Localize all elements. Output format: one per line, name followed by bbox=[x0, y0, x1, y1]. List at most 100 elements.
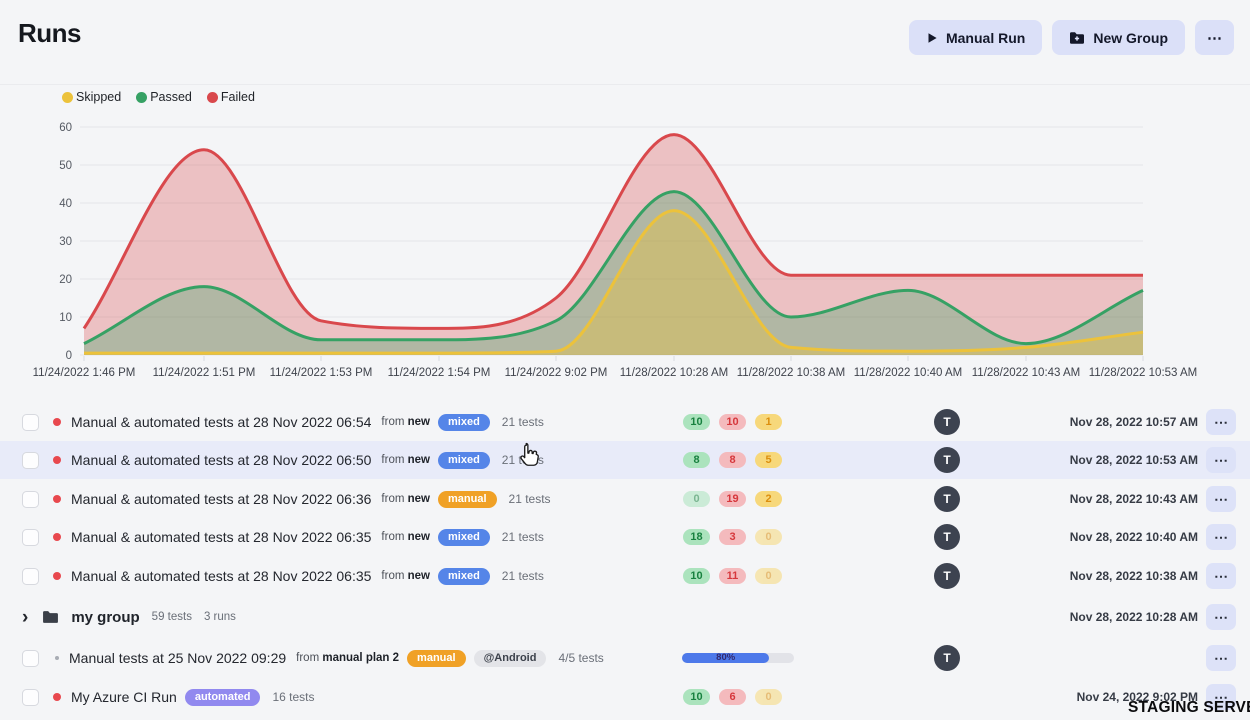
skipped-count-pill: 0 bbox=[755, 529, 782, 545]
row-checkbox[interactable] bbox=[22, 452, 39, 469]
user-avatar: T bbox=[934, 486, 960, 512]
row-checkbox[interactable] bbox=[22, 414, 39, 431]
run-date: Nov 28, 2022 10:38 AM bbox=[1070, 569, 1198, 583]
row-more-button[interactable]: ⋯ bbox=[1206, 645, 1236, 671]
skipped-count-pill: 2 bbox=[755, 491, 782, 507]
legend-label: Failed bbox=[221, 90, 255, 104]
play-icon bbox=[926, 32, 938, 44]
group-runs-count: 3 runs bbox=[204, 611, 236, 623]
row-checkbox[interactable] bbox=[22, 689, 39, 706]
progress-bar-fill: 80% bbox=[682, 653, 769, 663]
x-axis-tick-label: 11/24/2022 1:54 PM bbox=[388, 367, 491, 379]
y-axis-tick-label: 50 bbox=[59, 160, 72, 172]
chevron-right-icon[interactable]: › bbox=[22, 608, 28, 627]
result-counts: 1060 bbox=[683, 689, 782, 705]
row-more-button[interactable]: ⋯ bbox=[1206, 447, 1236, 473]
manual-run-button-label: Manual Run bbox=[946, 30, 1025, 46]
result-counts: 885 bbox=[683, 452, 782, 468]
badge-android: @Android bbox=[474, 650, 547, 667]
run-title: Manual & automated tests at 28 Nov 2022 … bbox=[71, 452, 371, 468]
failed-count-pill: 8 bbox=[719, 452, 746, 468]
row-more-button[interactable]: ⋯ bbox=[1206, 486, 1236, 512]
y-axis-tick-label: 30 bbox=[59, 236, 72, 248]
run-from-source: from new bbox=[381, 531, 430, 543]
passed-count-pill: 8 bbox=[683, 452, 710, 468]
legend-item-failed: Failed bbox=[207, 90, 255, 104]
row-more-button[interactable]: ⋯ bbox=[1206, 604, 1236, 630]
legend-dot-passed-icon bbox=[136, 92, 147, 103]
run-row[interactable]: My Azure CI Runautomated16 tests1060Nov … bbox=[0, 678, 1250, 716]
run-from-source: from new bbox=[381, 570, 430, 582]
run-row[interactable]: Manual & automated tests at 28 Nov 2022 … bbox=[0, 518, 1250, 556]
row-checkbox[interactable] bbox=[22, 529, 39, 546]
row-more-button[interactable]: ⋯ bbox=[1206, 409, 1236, 435]
group-row[interactable]: ›my group59 tests3 runsNov 28, 2022 10:2… bbox=[0, 598, 1250, 636]
x-axis-tick-label: 11/24/2022 1:46 PM bbox=[33, 367, 136, 379]
legend-item-skipped: Skipped bbox=[62, 90, 121, 104]
passed-count-pill: 0 bbox=[683, 491, 710, 507]
more-actions-button[interactable]: ⋯ bbox=[1195, 20, 1234, 55]
run-title: Manual & automated tests at 28 Nov 2022 … bbox=[71, 414, 371, 430]
group-tests-count: 59 tests bbox=[152, 611, 192, 623]
run-title: Manual tests at 25 Nov 2022 09:29 bbox=[69, 650, 286, 666]
row-checkbox[interactable] bbox=[22, 568, 39, 585]
run-date: Nov 28, 2022 10:40 AM bbox=[1070, 530, 1198, 544]
group-name: my group bbox=[71, 609, 139, 626]
user-avatar: T bbox=[934, 524, 960, 550]
row-more-button[interactable]: ⋯ bbox=[1206, 524, 1236, 550]
status-dot-red bbox=[53, 693, 61, 701]
folder-plus-icon bbox=[1069, 31, 1085, 45]
row-checkbox[interactable] bbox=[22, 650, 39, 667]
passed-count-pill: 10 bbox=[683, 414, 710, 430]
skipped-count-pill: 5 bbox=[755, 452, 782, 468]
user-avatar: T bbox=[934, 447, 960, 473]
tests-count-label: 21 tests bbox=[502, 453, 544, 467]
status-dot-red bbox=[53, 418, 61, 426]
run-from-source: from manual plan 2 bbox=[296, 652, 399, 664]
run-from-source: from new bbox=[381, 493, 430, 505]
run-source-name: new bbox=[408, 493, 430, 505]
x-axis-tick-label: 11/24/2022 1:51 PM bbox=[153, 367, 256, 379]
y-axis-tick-label: 0 bbox=[66, 350, 72, 362]
badge-mixed: mixed bbox=[438, 529, 490, 546]
result-counts: 0192 bbox=[683, 491, 782, 507]
folder-icon bbox=[42, 610, 59, 624]
x-axis-tick-label: 11/28/2022 10:53 AM bbox=[1089, 367, 1198, 379]
tests-count-label: 16 tests bbox=[272, 690, 314, 704]
new-group-button[interactable]: New Group bbox=[1052, 20, 1185, 55]
manual-run-button[interactable]: Manual Run bbox=[909, 20, 1042, 55]
badge-mixed: mixed bbox=[438, 568, 490, 585]
run-row[interactable]: Manual & automated tests at 28 Nov 2022 … bbox=[0, 557, 1250, 595]
page-title: Runs bbox=[18, 18, 81, 49]
badge-manual: manual bbox=[407, 650, 466, 667]
row-more-button[interactable]: ⋯ bbox=[1206, 563, 1236, 589]
run-row[interactable]: Manual & automated tests at 28 Nov 2022 … bbox=[0, 480, 1250, 518]
run-title: Manual & automated tests at 28 Nov 2022 … bbox=[71, 491, 371, 507]
status-dot-gray bbox=[55, 656, 59, 660]
run-row[interactable]: Manual & automated tests at 28 Nov 2022 … bbox=[0, 403, 1250, 441]
x-axis-tick-label: 11/28/2022 10:43 AM bbox=[972, 367, 1081, 379]
run-source-name: manual plan 2 bbox=[322, 652, 399, 664]
run-date: Nov 28, 2022 10:43 AM bbox=[1070, 492, 1198, 506]
run-row[interactable]: Manual tests at 25 Nov 2022 09:29 from ma… bbox=[0, 639, 1250, 677]
failed-count-pill: 3 bbox=[719, 529, 746, 545]
badge-mixed: mixed bbox=[438, 414, 490, 431]
result-counts: 1830 bbox=[683, 529, 782, 545]
x-axis-tick-label: 11/24/2022 1:53 PM bbox=[270, 367, 373, 379]
status-dot-red bbox=[53, 533, 61, 541]
row-checkbox[interactable] bbox=[22, 491, 39, 508]
failed-count-pill: 11 bbox=[719, 568, 746, 584]
runs-page: Runs Manual RunNew Group⋯ SkippedPassedF… bbox=[0, 0, 1250, 720]
staging-server-watermark: STAGING SERVER bbox=[1128, 699, 1250, 717]
runs-chart: 010203040506011/24/2022 1:46 PM11/24/202… bbox=[0, 110, 1250, 388]
legend-dot-failed-icon bbox=[207, 92, 218, 103]
run-title: Manual & automated tests at 28 Nov 2022 … bbox=[71, 568, 371, 584]
run-source-name: new bbox=[408, 416, 430, 428]
result-counts: 10101 bbox=[683, 414, 782, 430]
passed-count-pill: 10 bbox=[683, 689, 710, 705]
status-dot-red bbox=[53, 572, 61, 580]
run-row[interactable]: Manual & automated tests at 28 Nov 2022 … bbox=[0, 441, 1250, 479]
passed-count-pill: 18 bbox=[683, 529, 710, 545]
run-date: Nov 28, 2022 10:53 AM bbox=[1070, 453, 1198, 467]
run-source-name: new bbox=[408, 531, 430, 543]
